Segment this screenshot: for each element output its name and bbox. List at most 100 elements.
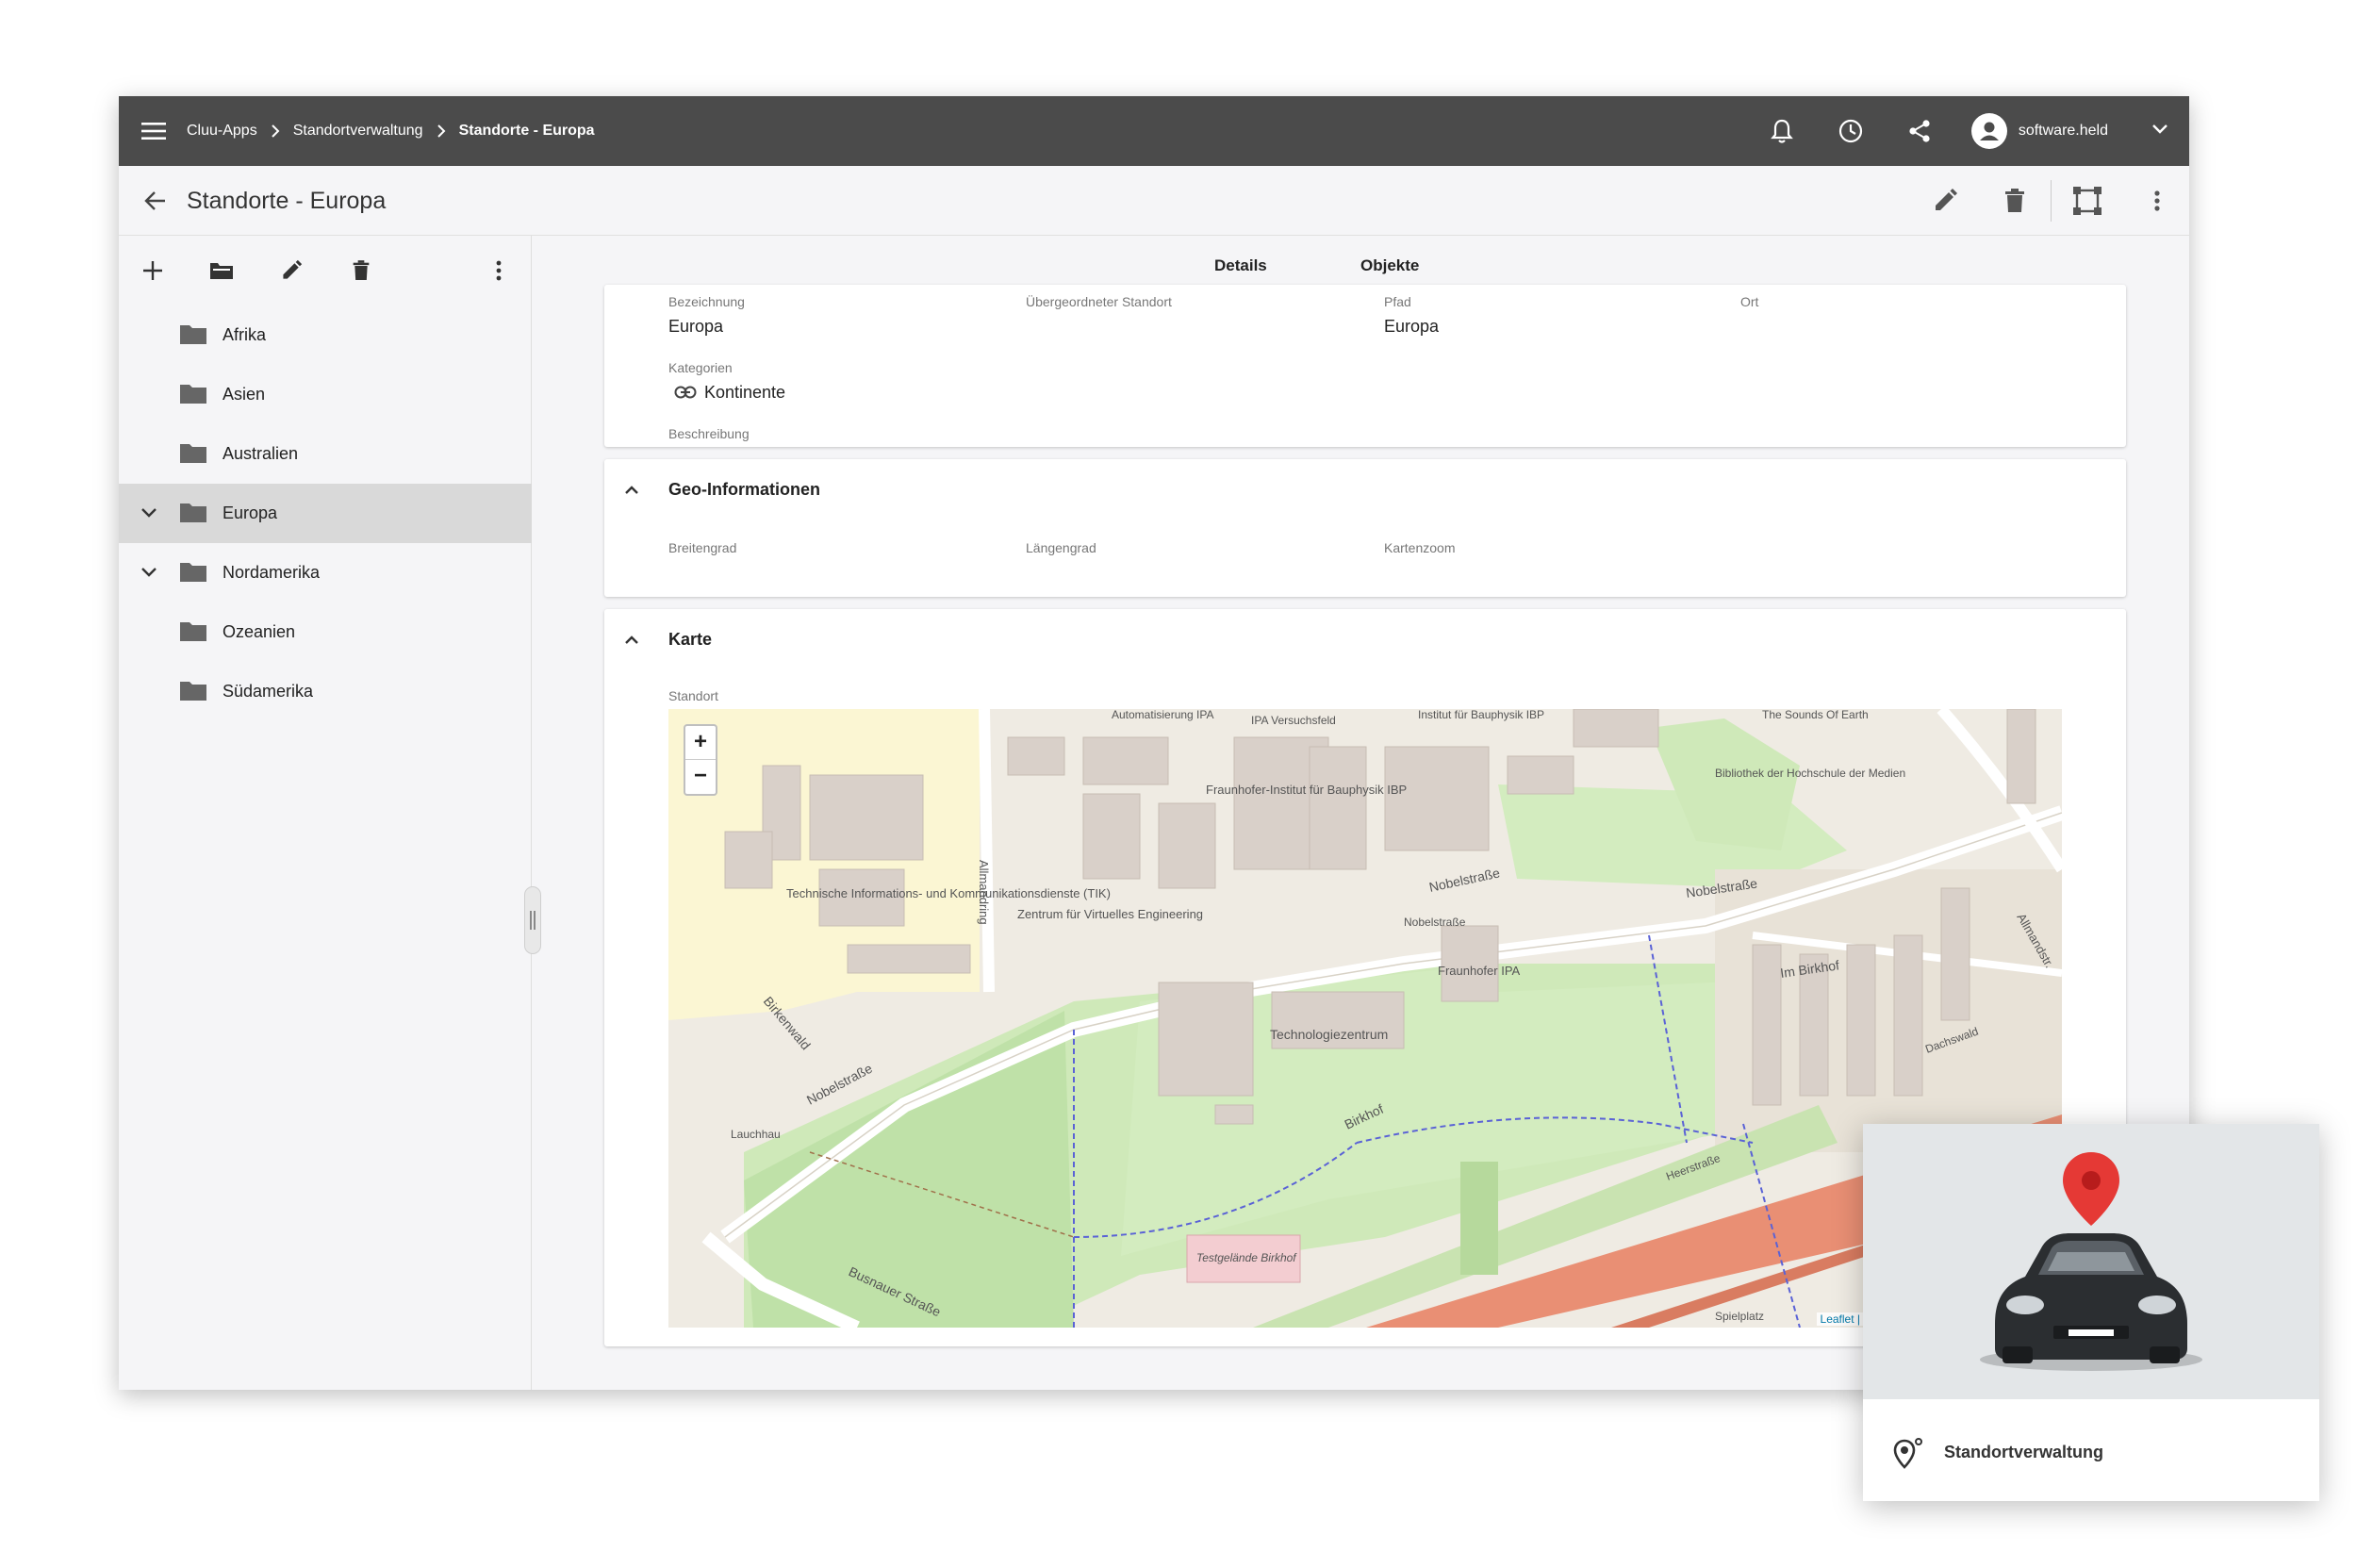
chevron-down-icon[interactable]: [2151, 123, 2168, 140]
sidebar-toolbar: [119, 236, 532, 305]
map-tiles: Nobelstraße Nobelstraße Nobelstraße Birk…: [668, 709, 2062, 1328]
zoom-control: + −: [684, 724, 717, 796]
chevron-up-icon[interactable]: [621, 480, 642, 501]
breadcrumb: Cluu-Apps Standortverwaltung Standorte -…: [187, 96, 595, 166]
chevron-up-icon[interactable]: [621, 630, 642, 651]
chevron-down-icon[interactable]: [138, 502, 160, 524]
map-section-header[interactable]: Karte: [604, 609, 2126, 669]
more-vert-icon[interactable]: [2138, 182, 2176, 220]
breadcrumb-item-cluu-apps[interactable]: Cluu-Apps: [187, 123, 257, 140]
map-label-bus-stop: Nobelstraße: [1404, 916, 1466, 929]
ort-label: Ort: [1740, 294, 1759, 309]
app-tile-standortverwaltung[interactable]: Standortverwaltung: [1863, 1124, 2319, 1501]
tree-item-nordamerika[interactable]: Nordamerika: [119, 543, 532, 602]
map-label-zentrum: Zentrum für Virtuelles Engineering: [1017, 907, 1203, 921]
geo-card: Geo-Informationen Breitengrad Längengrad…: [604, 459, 2126, 597]
tree-item-label: Europa: [223, 503, 278, 522]
title-bar: Standorte - Europa: [119, 166, 2189, 236]
account-icon: [1970, 113, 2007, 149]
top-bar: Cluu-Apps Standortverwaltung Standorte -…: [119, 96, 2189, 166]
divider: [2051, 180, 2052, 222]
tree-item-afrika[interactable]: Afrika: [119, 305, 532, 365]
tree-item-label: Südamerika: [223, 682, 314, 701]
zoom-out-button[interactable]: −: [685, 760, 716, 794]
tree-item-label: Ozeanien: [223, 622, 296, 641]
map-label-ibp: Fraunhofer-Institut für Bauphysik IBP: [1206, 783, 1407, 797]
chevron-right-icon: [437, 124, 446, 138]
sidebar: Afrika Asien Australien Europa Nordameri…: [119, 236, 532, 1390]
kategorien-label: Kategorien: [668, 360, 733, 375]
tree-item-europa[interactable]: Europa: [119, 484, 532, 543]
map-label-spielplatz: Spielplatz: [1715, 1310, 1764, 1323]
user-menu[interactable]: software.held: [1970, 113, 2168, 149]
map[interactable]: + − Nobelstraße Nobelstraße Nobelstraße …: [668, 709, 2062, 1328]
folder-icon: [179, 323, 207, 346]
share-icon[interactable]: [1903, 114, 1937, 148]
map-section-title: Karte: [668, 630, 713, 649]
chevron-down-icon[interactable]: [138, 561, 160, 584]
tree-item-australien[interactable]: Australien: [119, 424, 532, 484]
breadcrumb-item-current: Standorte - Europa: [458, 123, 595, 139]
tree-item-label: Afrika: [223, 325, 267, 344]
chevron-right-icon: [271, 124, 280, 138]
trash-icon[interactable]: [1996, 182, 2034, 220]
tree-item-suedamerika[interactable]: Südamerika: [119, 662, 532, 721]
geo-section-header[interactable]: Geo-Informationen: [604, 459, 2126, 520]
folder-icon: [179, 620, 207, 643]
more-vert-icon[interactable]: [483, 255, 515, 287]
beschreibung-label: Beschreibung: [668, 426, 750, 441]
tree-item-label: Asien: [223, 385, 266, 404]
map-label-bibliothek: Bibliothek der Hochschule der Medien: [1715, 767, 1905, 780]
map-label-automatisierung: Automatisierung IPA: [1112, 709, 1214, 721]
tree-item-label: Australien: [223, 444, 299, 463]
plus-icon[interactable]: [137, 255, 169, 287]
folder-icon: [179, 561, 207, 584]
folder-open-icon[interactable]: [206, 255, 238, 287]
trash-icon[interactable]: [345, 255, 377, 287]
map-label-sounds: The Sounds Of Earth: [1762, 709, 1869, 721]
map-label-lauchhau: Lauchhau: [731, 1128, 781, 1141]
bezeichnung-label: Bezeichnung: [668, 294, 745, 309]
kartenzoom-label: Kartenzoom: [1384, 540, 1456, 555]
map-label-testgelaende: Testgelände Birkhof: [1196, 1251, 1297, 1264]
tile-label: Standortverwaltung: [1944, 1443, 2104, 1461]
menu-icon[interactable]: [138, 115, 170, 147]
folder-icon: [179, 502, 207, 524]
location-tree: Afrika Asien Australien Europa Nordameri…: [119, 305, 532, 721]
map-pin-icon: [2063, 1152, 2119, 1226]
page-title: Standorte - Europa: [187, 188, 387, 214]
user-name: software.held: [2018, 123, 2108, 139]
pfad-value: Europa: [1384, 317, 1440, 336]
clock-icon[interactable]: [1834, 114, 1868, 148]
arrow-back-icon[interactable]: [140, 185, 172, 217]
breadcrumb-item-standortverwaltung[interactable]: Standortverwaltung: [293, 123, 423, 140]
tree-item-asien[interactable]: Asien: [119, 365, 532, 424]
folder-icon: [179, 383, 207, 405]
folder-icon: [179, 442, 207, 465]
tile-image: [1863, 1124, 2319, 1399]
kategorie-link[interactable]: Kontinente: [704, 383, 785, 403]
link-icon: [674, 386, 697, 404]
map-label-institut-ibp: Institut für Bauphysik IBP: [1418, 709, 1544, 721]
pencil-icon[interactable]: [1926, 182, 1964, 220]
details-card: Bezeichnung Europa Übergeordneter Stando…: [604, 285, 2126, 447]
breitengrad-label: Breitengrad: [668, 540, 737, 555]
select-frame-icon[interactable]: [2069, 182, 2106, 220]
map-label-versuchsfeld: IPA Versuchsfeld: [1251, 714, 1336, 727]
bezeichnung-value: Europa: [668, 317, 724, 336]
standort-label: Standort: [668, 688, 718, 703]
tree-item-ozeanien[interactable]: Ozeanien: [119, 602, 532, 662]
resize-handle[interactable]: [524, 886, 541, 954]
folder-icon: [179, 680, 207, 702]
pfad-label: Pfad: [1384, 294, 1411, 309]
car-image: [1980, 1233, 2202, 1371]
zoom-in-button[interactable]: +: [685, 726, 716, 760]
pencil-icon[interactable]: [275, 255, 307, 287]
map-label-tik: Technische Informations- und Kommunikati…: [786, 886, 1111, 900]
geo-section-title: Geo-Informationen: [668, 480, 820, 499]
leaflet-attribution[interactable]: Leaflet |: [1816, 1312, 1864, 1326]
map-label-ipa: Fraunhofer IPA: [1438, 964, 1521, 978]
tree-item-label: Nordamerika: [223, 563, 321, 582]
bell-icon[interactable]: [1765, 114, 1799, 148]
laengengrad-label: Längengrad: [1026, 540, 1096, 555]
